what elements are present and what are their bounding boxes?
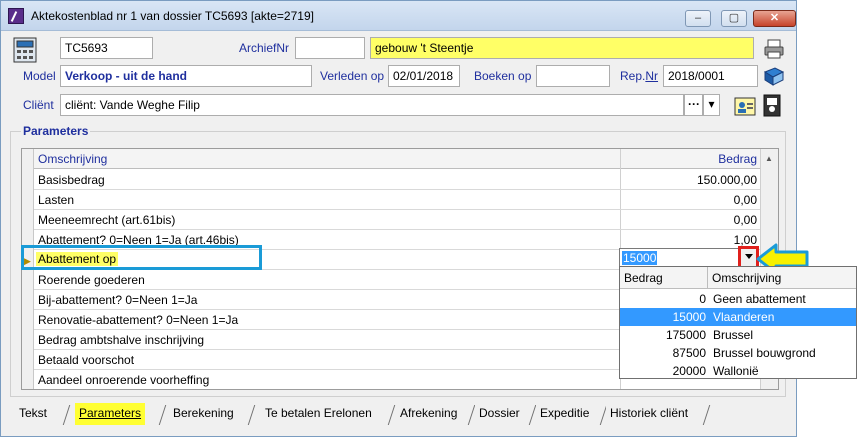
option-amount: 87500 [672, 346, 706, 360]
row-description: Lasten [38, 193, 75, 207]
dropdown-option[interactable]: 0 Geen abattement [620, 290, 856, 308]
boeken-label: Boeken op [474, 69, 532, 83]
boeken-date-field[interactable] [536, 65, 610, 87]
table-row[interactable]: Basisbedrag 150.000,00 [34, 170, 761, 190]
chevron-down-icon [745, 254, 753, 259]
abattement-selected-value[interactable]: 15000 [622, 251, 658, 265]
annotation-highlight-box [21, 245, 262, 270]
tab-separator [247, 405, 256, 425]
model-label: Model [23, 69, 56, 83]
option-amount: 175000 [665, 328, 706, 342]
table-row[interactable]: Meeneemrecht (art.61bis) 0,00 [34, 210, 761, 230]
printer-icon[interactable] [763, 38, 785, 60]
tab-afrekening[interactable]: Afrekening [396, 403, 462, 425]
rep-number-field[interactable]: 2018/0001 [663, 65, 758, 87]
row-description: Basisbedrag [38, 173, 105, 187]
tab-dossier[interactable]: Dossier [475, 403, 524, 425]
row-description: Bedrag ambtshalve inschrijving [38, 333, 205, 347]
tab-separator [158, 405, 167, 425]
close-button[interactable]: ✕ [753, 10, 796, 27]
client-label: Cliënt [23, 98, 54, 112]
row-description: Betaald voorschot [38, 353, 135, 367]
tab-expeditie[interactable]: Expeditie [536, 403, 594, 425]
row-description: Bij-abattement? 0=Neen 1=Ja [38, 293, 198, 307]
row-amount[interactable]: 1,00 [734, 233, 757, 247]
dropdown-header-bedrag: Bedrag [620, 267, 707, 289]
option-description: Brussel [713, 328, 754, 342]
title-bar: Aktekostenblad nr 1 van dossier TC5693 [… [1, 1, 796, 31]
row-amount[interactable]: 150.000,00 [697, 173, 757, 187]
dropdown-option[interactable]: 20000 Wallonië [620, 362, 856, 380]
abattement-dropdown-list: Bedrag Omschrijving 0 Geen abattement 1500… [619, 266, 857, 379]
dropdown-option[interactable]: 175000 Brussel [620, 326, 856, 344]
option-amount: 20000 [672, 364, 706, 378]
dropdown-option[interactable]: 87500 Brussel bouwgrond [620, 344, 856, 362]
calculator-icon[interactable] [13, 37, 37, 63]
dossier-code-field[interactable]: TC5693 [60, 37, 153, 59]
row-description: Renovatie-abattement? 0=Neen 1=Ja [38, 313, 239, 327]
parameters-legend: Parameters [21, 124, 91, 138]
abattement-value-editor[interactable]: 15000 [619, 248, 757, 268]
dossier-description-field[interactable]: gebouw 't Steentje [370, 37, 754, 59]
column-header-bedrag[interactable]: Bedrag [621, 149, 761, 169]
option-amount: 15000 [672, 310, 706, 324]
tab-separator [702, 405, 711, 425]
archief-label: ArchiefNr [239, 41, 290, 55]
option-description: Vlaanderen [713, 310, 775, 324]
minimize-button[interactable]: – [685, 10, 711, 27]
tab-historiek-client[interactable]: Historiek cliënt [606, 403, 693, 425]
window-title: Aktekostenblad nr 1 van dossier TC5693 [… [31, 9, 314, 23]
verleden-label: Verleden op [320, 69, 385, 83]
book-icon[interactable] [763, 66, 785, 88]
client-browse-button[interactable]: ··· [684, 94, 703, 116]
app-icon [8, 8, 24, 24]
column-header-omschrijving[interactable]: Omschrijving [34, 149, 621, 169]
tab-parameters[interactable]: Parameters [75, 403, 146, 425]
client-dropdown-button[interactable]: ▾ [703, 94, 720, 116]
row-description: Roerende goederen [38, 273, 145, 287]
option-description: Brussel bouwgrond [713, 346, 816, 360]
row-amount[interactable]: 0,00 [734, 213, 757, 227]
tab-separator [62, 405, 71, 425]
row-description: Aandeel onroerende voorheffing [38, 373, 210, 387]
rep-label: Rep.Nr [620, 69, 659, 83]
client-contact-icon[interactable] [761, 94, 783, 117]
verleden-date-field[interactable]: 02/01/2018 [388, 65, 460, 87]
option-description: Geen abattement [713, 292, 806, 306]
scroll-up-icon[interactable]: ▲ [765, 154, 773, 163]
client-field[interactable]: cliënt: Vande Weghe Filip [60, 94, 684, 116]
tab-tekst[interactable]: Tekst [15, 403, 52, 425]
option-amount: 0 [699, 292, 706, 306]
row-description: Meeneemrecht (art.61bis) [38, 213, 176, 227]
tab-berekening[interactable]: Berekening [169, 403, 238, 425]
model-field[interactable]: Verkoop - uit de hand [60, 65, 312, 87]
archief-field[interactable] [295, 37, 365, 59]
option-description: Wallonië [713, 364, 759, 378]
maximize-button[interactable]: ▢ [721, 10, 747, 27]
client-card-icon[interactable] [734, 95, 756, 117]
table-row[interactable]: Lasten 0,00 [34, 190, 761, 210]
dropdown-header-omschrijving: Omschrijving [707, 267, 856, 289]
tab-te-betalen-erelonen[interactable]: Te betalen Erelonen [261, 403, 376, 425]
dropdown-option[interactable]: 15000 Vlaanderen [620, 308, 856, 326]
row-amount[interactable]: 0,00 [734, 193, 757, 207]
tab-separator [387, 405, 396, 425]
